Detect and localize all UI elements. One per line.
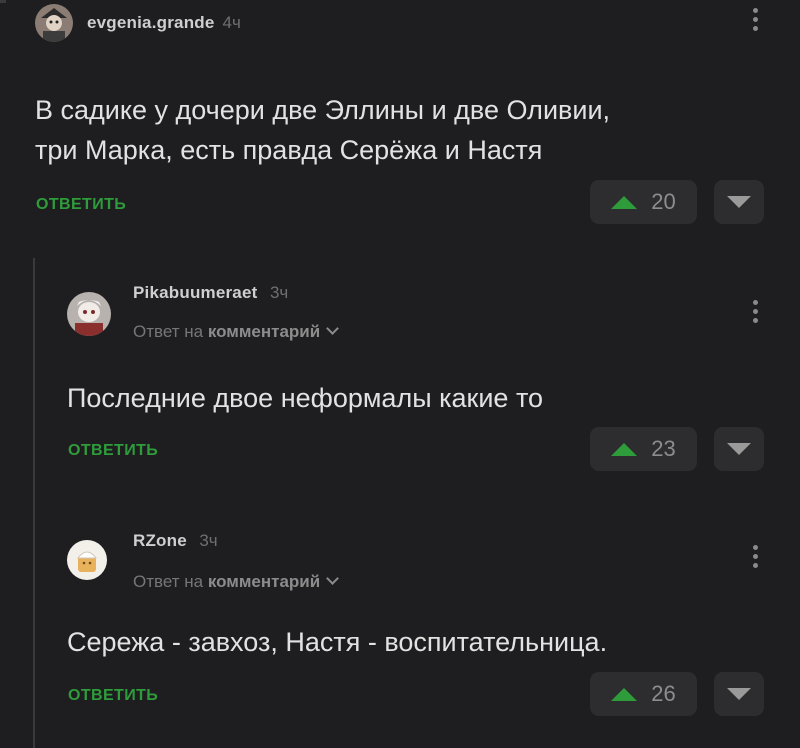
username[interactable]: Pikabuumeraet [133,283,257,302]
previous-content-fragment [0,0,6,3]
comment-text: Сережа - завхоз, Настя - воспитательница… [67,622,607,662]
reply-to-prefix: Ответ на [133,572,204,591]
downvote-button[interactable] [714,672,764,716]
timestamp: 4ч [222,13,241,32]
chevron-down-icon [326,572,340,585]
timestamp: 3ч [199,531,218,550]
triangle-up-icon [611,687,638,701]
triangle-down-icon [727,688,751,700]
triangle-down-icon [727,196,751,208]
username[interactable]: RZone [133,531,187,550]
reply-button[interactable]: ОТВЕТИТЬ [68,687,158,705]
comment-text-line: три Марка, есть правда Серёжа и Настя [35,135,543,165]
upvote-button[interactable]: 20 [590,180,697,224]
score: 26 [651,681,676,706]
score: 23 [651,436,676,461]
comment-text: В садике у дочери две Эллины и две Оливи… [35,90,610,170]
downvote-button[interactable] [714,180,764,224]
triangle-up-icon [611,442,638,456]
comment-text: Последние двое неформалы какие то [67,378,543,418]
vertical-dots-icon[interactable] [753,545,759,572]
comment-header [67,292,111,336]
comment-text-line: В садике у дочери две Эллины и две Оливи… [35,95,611,125]
reply-button[interactable]: ОТВЕТИТЬ [68,442,158,460]
upvote-button[interactable]: 26 [590,672,697,716]
reply-button[interactable]: ОТВЕТИТЬ [36,196,126,214]
reply-to-target: комментарий [207,572,321,591]
comment-header: evgenia.grande 4ч [35,4,241,42]
downvote-button[interactable] [714,427,764,471]
comment-header [67,540,107,580]
avatar[interactable] [67,540,107,580]
chevron-down-icon [326,322,340,335]
timestamp: 3ч [269,283,289,302]
vertical-dots-icon[interactable] [753,8,759,35]
triangle-down-icon [727,443,751,455]
upvote-button[interactable]: 23 [590,427,697,471]
reply-to-link[interactable]: Ответ на комментарий [133,322,340,342]
avatar[interactable] [35,4,73,42]
score: 20 [651,189,676,214]
vertical-dots-icon[interactable] [753,300,759,327]
comment-meta: RZone 3ч [133,531,218,551]
triangle-up-icon [611,195,638,209]
comment-text-line: Последние двое неформалы какие то [67,383,544,413]
reply-to-prefix: Ответ на [133,322,204,341]
comment-meta: Pikabuumeraet 3ч [133,283,288,303]
avatar[interactable] [67,292,111,336]
comment-text-line: Сережа - завхоз, Настя - воспитательница… [67,627,608,657]
thread-line[interactable] [33,258,35,748]
reply-to-target: комментарий [207,322,321,341]
username[interactable]: evgenia.grande [87,13,215,33]
reply-to-link[interactable]: Ответ на комментарий [133,572,340,592]
